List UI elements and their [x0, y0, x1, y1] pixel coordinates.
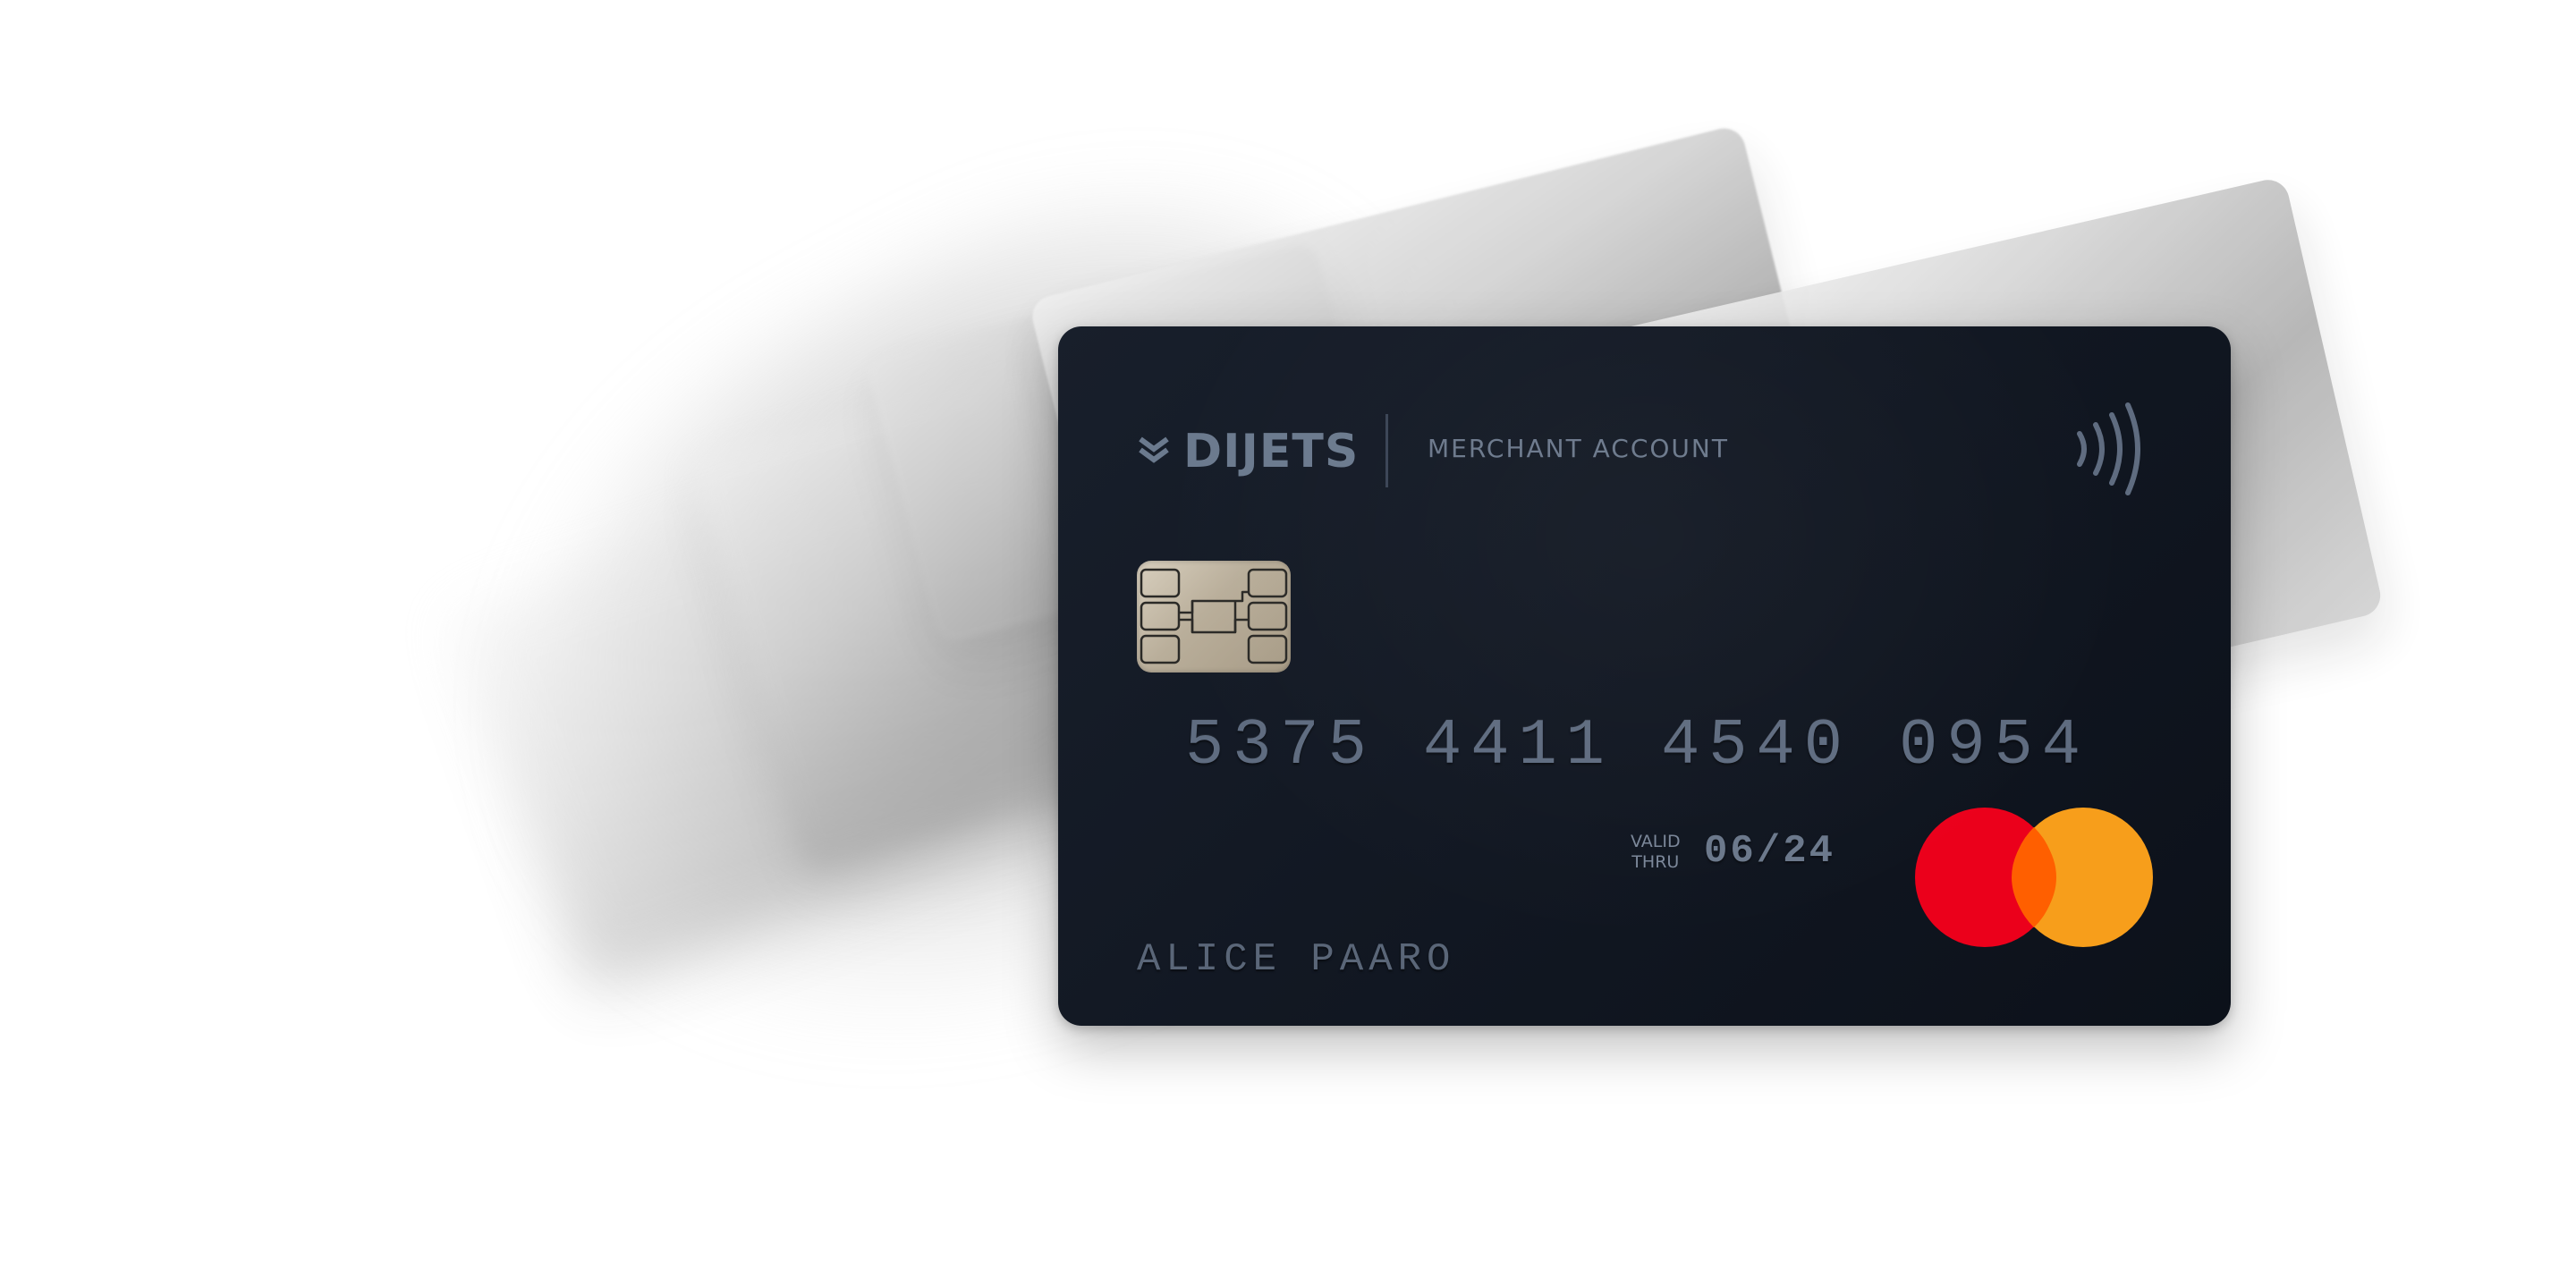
layers-chevron-icon [1139, 436, 1169, 463]
contactless-payment-icon [2077, 402, 2140, 495]
cardholder-name: ALICE PAARO [1137, 937, 1456, 982]
brand-divider [1385, 414, 1388, 487]
card-number: 5375 4411 4540 0954 [1185, 709, 2089, 783]
stage: DIJETS MERCHANT ACCOUNT 5375 4411 4540 0… [0, 0, 2576, 1286]
valid-thru-label: VALID THRU [1631, 832, 1681, 873]
brand-name: DIJETS [1183, 425, 1360, 478]
card-brand: DIJETS [1137, 416, 1359, 487]
valid-label-line2: THRU [1631, 852, 1680, 872]
expiry-date: 06/24 [1704, 829, 1836, 874]
valid-label-line1: VALID [1631, 832, 1681, 851]
payment-card: DIJETS MERCHANT ACCOUNT 5375 4411 4540 0… [1058, 326, 2231, 1026]
mastercard-logo-icon [1915, 808, 2153, 947]
account-type-label: MERCHANT ACCOUNT [1428, 434, 1729, 463]
emv-chip-icon [1137, 561, 1291, 673]
